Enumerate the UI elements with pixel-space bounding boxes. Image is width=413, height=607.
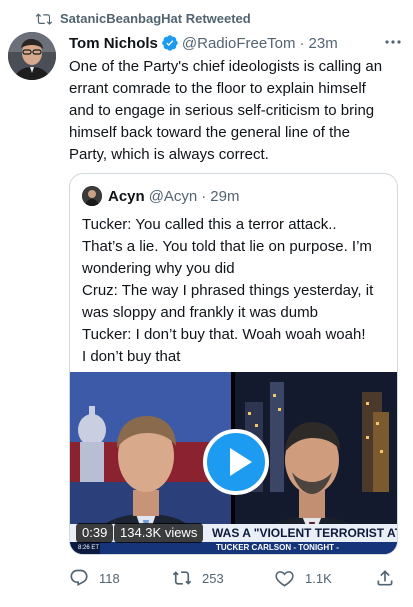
show-tag: TUCKER CARLSON - TONIGHT - <box>216 543 339 552</box>
like-count: 1.1K <box>305 570 332 586</box>
retweet-icon <box>172 571 192 585</box>
action-bar: 118 253 1.1K <box>69 567 405 589</box>
quoted-author-handle[interactable]: @Acyn <box>149 188 198 205</box>
separator-dot: · <box>299 34 305 52</box>
chyron-text: WAS A "VIOLENT TERRORIST ATTACK" <box>212 526 397 540</box>
like-button[interactable]: 1.1K <box>275 567 332 589</box>
video-player[interactable]: WAS A "VIOLENT TERRORIST ATTACK" TUCKER … <box>70 372 397 554</box>
avatar-photo <box>82 186 102 206</box>
broadcast-clock: 8:26 ET <box>78 545 100 551</box>
retweet-context[interactable]: SatanicBeanbagHat Retweeted <box>35 8 251 28</box>
quoted-text-line: Tucker: You called this a terror attack.… <box>82 216 337 233</box>
video-duration: 0:39 <box>76 523 114 543</box>
reply-count: 118 <box>99 570 120 586</box>
quoted-text-line: Tucker: I don’t buy that. Woah woah woah… <box>82 326 366 343</box>
author-handle[interactable]: @RadioFreeTom <box>182 35 296 52</box>
quoted-tweet[interactable]: Acyn @Acyn · 29m Tucker: You called this… <box>69 173 398 555</box>
quoted-text-line: I don’t buy that <box>82 348 181 365</box>
author-name[interactable]: Tom Nichols <box>69 35 158 52</box>
quoted-text-line: That’s a lie. You told that lie on purpo… <box>82 238 372 255</box>
quoted-tweet-text: Tucker: You called this a terror attack.… <box>82 214 392 368</box>
tweet-text-line: himself back toward the general line of … <box>69 124 350 141</box>
video-views: 134.3K views <box>114 523 204 543</box>
quoted-text-line: was sloppy and frankly it was dumb <box>82 304 318 321</box>
tweet-text: One of the Party's chief ideologists is … <box>69 56 405 166</box>
retweet-icon <box>35 13 53 25</box>
quoted-text-line: Cruz: The way I phrased things yesterday… <box>82 282 374 299</box>
tweet-text-line: and to engage in serious self-criticism … <box>69 102 375 119</box>
quoted-timestamp[interactable]: 29m <box>210 188 239 205</box>
play-icon <box>230 448 252 476</box>
share-button[interactable] <box>375 567 395 589</box>
share-icon <box>377 570 393 586</box>
quoted-tweet-header: Acyn @Acyn · 29m <box>82 186 239 206</box>
reply-icon <box>70 569 88 586</box>
avatar[interactable] <box>8 32 56 80</box>
tweet-timestamp[interactable]: 23m <box>309 35 338 52</box>
tweet-header: Tom Nichols @RadioFreeTom · 23m <box>69 32 403 54</box>
tweet-text-line: errant comrade to the floor to explain h… <box>69 80 366 97</box>
avatar-photo <box>8 32 56 80</box>
tweet[interactable]: SatanicBeanbagHat Retweeted Tom Nichols … <box>0 0 413 607</box>
reply-button[interactable]: 118 <box>69 567 120 589</box>
retweet-context-text[interactable]: SatanicBeanbagHat Retweeted <box>60 11 251 26</box>
quoted-text-line: wondering why you did <box>82 260 235 277</box>
tweet-text-line: Party, which is always correct. <box>69 146 269 163</box>
verified-badge-icon <box>162 35 178 51</box>
heart-icon <box>275 571 294 587</box>
retweet-count: 253 <box>202 570 224 586</box>
more-icon[interactable] <box>383 34 403 50</box>
play-button[interactable] <box>203 429 269 495</box>
separator-dot: · <box>201 187 207 205</box>
tweet-text-line: One of the Party's chief ideologists is … <box>69 58 383 75</box>
quoted-author-name[interactable]: Acyn <box>108 188 145 205</box>
retweet-button[interactable]: 253 <box>172 567 224 589</box>
quoted-avatar[interactable] <box>82 186 102 206</box>
